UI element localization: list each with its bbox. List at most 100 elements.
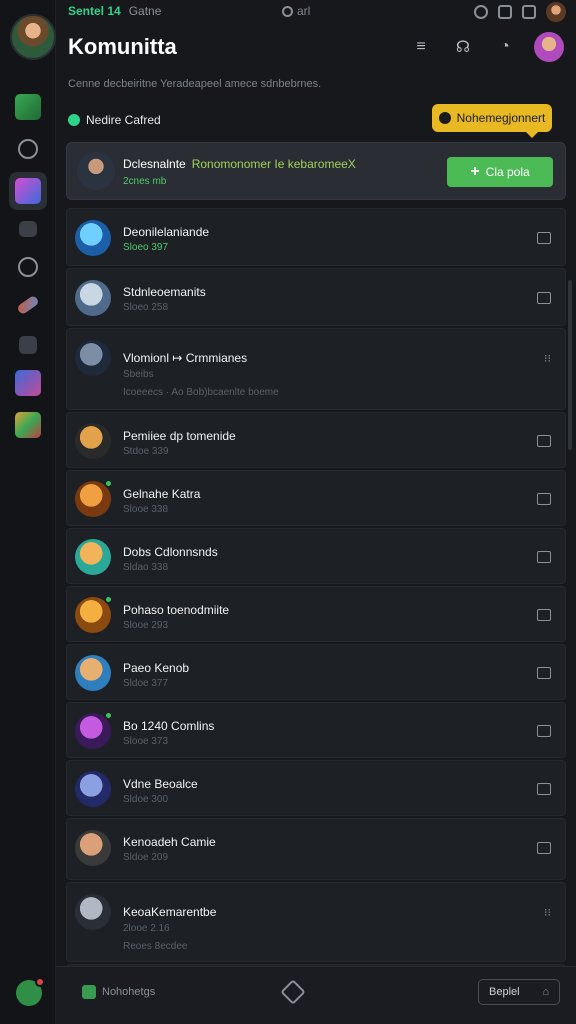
image-icon[interactable]	[537, 292, 551, 304]
image-icon[interactable]	[537, 435, 551, 447]
community-row[interactable]: Stdnleoemanits Sloeo 258	[66, 268, 566, 326]
bottom-bar: Nohohetgs Beplel ⌂	[56, 966, 576, 1024]
community-name: KeoaKemarentbe	[123, 905, 217, 919]
image-icon[interactable]	[537, 609, 551, 621]
community-list: Deonilelaniande Sloeo 397 Stdnleoemanits Sl…	[66, 208, 566, 1006]
rail-item-server-2[interactable]	[13, 290, 43, 320]
image-icon[interactable]	[537, 725, 551, 737]
menu-icon[interactable]: ≡	[408, 34, 434, 60]
rail-item-server-4[interactable]	[13, 410, 43, 440]
online-badge	[104, 479, 113, 488]
rail-item-active-server[interactable]	[9, 172, 47, 210]
status-avatar[interactable]	[546, 2, 566, 22]
community-row[interactable]: Bo 1240 Comlins Slooe 373	[66, 702, 566, 758]
status-app-name: Sentel 14	[68, 4, 121, 18]
community-row[interactable]: Vdne Beoalce Sldoe 300	[66, 760, 566, 816]
featured-name-text: Dclesnalnte	[123, 157, 186, 171]
scrollbar[interactable]	[568, 280, 572, 450]
community-name: Kenoadeh Camie	[123, 835, 216, 849]
reply-button[interactable]: Beplel ⌂	[478, 979, 560, 1005]
user-avatar[interactable]	[10, 14, 56, 60]
new-community-button[interactable]: Nohemegjonnert	[432, 104, 552, 138]
notifications-label: Nohohetgs	[102, 986, 156, 998]
online-badge	[104, 711, 113, 720]
community-name: Gelnahe Katra	[123, 487, 201, 501]
pin-icon[interactable]	[498, 5, 512, 19]
community-avatar	[75, 655, 111, 691]
header-actions: ≡ ☊ ◔	[408, 32, 564, 62]
notification-dot	[35, 977, 45, 987]
featured-community[interactable]: Dclesnalnte Ronomonomer Ie kebaromeeX 2cn…	[66, 142, 566, 200]
image-icon[interactable]	[537, 783, 551, 795]
image-icon[interactable]	[537, 493, 551, 505]
rail-item-server-3[interactable]	[13, 368, 43, 398]
leaf-icon	[82, 985, 96, 999]
community-meta: 2looe 2.16	[123, 923, 170, 934]
community-avatar	[75, 539, 111, 575]
image-icon[interactable]	[537, 842, 551, 854]
community-name: Vlomionl ↦ Crmmianes	[123, 351, 248, 365]
status-icons	[474, 2, 566, 22]
status-center: arl	[282, 4, 310, 18]
rail-item-alarm[interactable]	[13, 134, 43, 164]
clock-icon[interactable]	[474, 5, 488, 19]
friends-icon	[18, 257, 38, 277]
rail-item-friends[interactable]	[13, 252, 43, 282]
compass-icon[interactable]	[280, 979, 306, 1005]
community-meta: Slooe 373	[123, 736, 169, 747]
server-icon	[15, 178, 41, 204]
header-avatar[interactable]	[534, 32, 564, 62]
community-name: Stdnleoemanits	[123, 285, 206, 299]
rail-item-server-1[interactable]	[13, 92, 43, 122]
featured-meta: 2cnes mb	[123, 176, 167, 187]
community-avatar	[75, 595, 113, 633]
community-meta: Slooe 293	[123, 620, 169, 631]
server-icon	[15, 94, 41, 120]
community-avatar	[75, 830, 111, 866]
community-meta-secondary: Reoes 8ecdee	[123, 941, 188, 952]
community-name: Paeo Kenob	[123, 661, 190, 675]
online-badge	[104, 595, 113, 604]
more-icon[interactable]: ⁝⁝	[544, 906, 551, 919]
status-center-label: arl	[297, 4, 311, 18]
plus-icon: +	[470, 163, 480, 180]
rail-item-library[interactable]	[13, 330, 43, 360]
community-row[interactable]: Gelnahe Katra Slooe 338	[66, 470, 566, 526]
community-name: Deonilelaniande	[123, 225, 210, 239]
community-row[interactable]: Deonilelaniande Sloeo 397	[66, 208, 566, 266]
community-row[interactable]: Pemiiee dp tomenide Stdoe 339	[66, 412, 566, 468]
notifications-tab[interactable]: Nohohetgs	[82, 985, 155, 999]
add-server-button[interactable]	[16, 977, 45, 1006]
image-icon[interactable]	[537, 551, 551, 563]
image-icon[interactable]	[537, 667, 551, 679]
community-meta: Sloeo 258	[123, 302, 169, 313]
featured-name: Dclesnalnte Ronomonomer Ie kebaromeeX	[123, 157, 356, 171]
community-row[interactable]: Vlomionl ↦ Crmmianes Sbeibs Icoeeecs · Ao …	[66, 328, 566, 410]
page-subtitle: Cenne decbeiritne Yeradeapeel amece sdnb…	[68, 78, 322, 90]
community-avatar	[75, 479, 113, 517]
join-button-label: Cla pola	[485, 165, 530, 179]
profile-icon[interactable]: ☊	[450, 34, 476, 60]
community-meta: Sldoe 377	[123, 678, 169, 689]
community-meta: Slooe 338	[123, 504, 169, 515]
community-row[interactable]: KeoaKemarentbe 2looe 2.16 Reoes 8ecdee ⁝⁝	[66, 882, 566, 962]
reply-label: Beplel	[489, 986, 520, 998]
join-button[interactable]: + Cla pola	[447, 157, 553, 187]
rail-item-store[interactable]	[13, 214, 43, 244]
community-avatar	[75, 340, 111, 376]
chat-icon[interactable]: ◔	[492, 34, 518, 60]
image-icon[interactable]	[537, 232, 551, 244]
community-row[interactable]: Paeo Kenob Sldoe 377	[66, 644, 566, 700]
community-row[interactable]: Kenoadeh Camie Sldoe 209	[66, 818, 566, 880]
status-tag: Gatne	[128, 4, 162, 18]
expand-icon[interactable]	[522, 5, 536, 19]
community-avatar	[75, 423, 111, 459]
community-meta: Stdoe 339	[123, 446, 169, 457]
community-meta: Sldoe 209	[123, 852, 169, 863]
more-icon[interactable]: ⁝⁝	[544, 352, 551, 365]
community-meta: Sloeo 397	[123, 242, 169, 253]
community-row[interactable]: Dobs Cdlonnsnds Sldao 338	[66, 528, 566, 584]
community-meta-secondary: Icoeeecs · Ao Bob)bcaenlte boeme	[123, 387, 279, 398]
store-icon	[19, 221, 37, 237]
community-row[interactable]: Pohaso toenodmiite Slooe 293	[66, 586, 566, 642]
